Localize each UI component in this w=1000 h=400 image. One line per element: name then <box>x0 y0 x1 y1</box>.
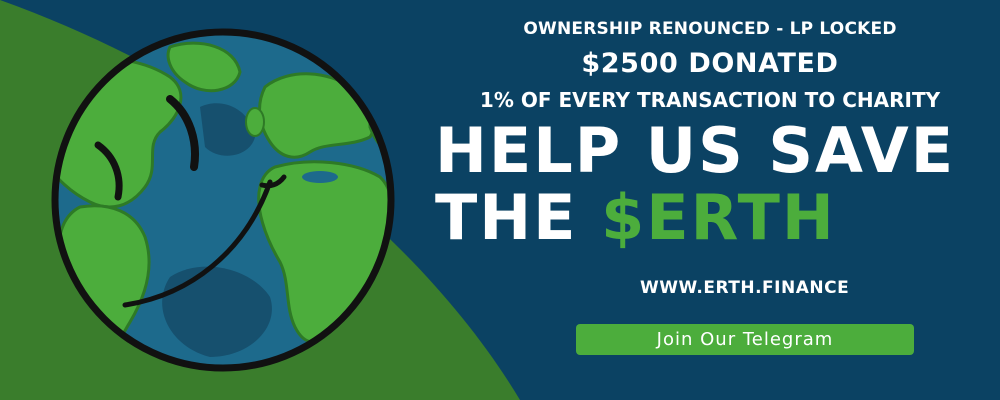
donated-text: $2500 DONATED <box>581 48 839 79</box>
website-link[interactable]: WWW.ERTH.FINANCE <box>640 278 849 298</box>
headline-line-2: THE $ERTH <box>435 187 995 249</box>
headline-prefix: THE <box>435 181 602 254</box>
charity-text: 1% OF EVERY TRANSACTION TO CHARITY <box>479 88 941 112</box>
text-column: OWNERSHIP RENOUNCED - LP LOCKED $2500 DO… <box>420 0 1000 400</box>
headline-line-1: HELP US SAVE <box>435 114 956 187</box>
earth-globe-icon <box>51 28 395 372</box>
join-telegram-button[interactable]: Join Our Telegram <box>576 324 914 355</box>
banner: OWNERSHIP RENOUNCED - LP LOCKED $2500 DO… <box>0 0 1000 400</box>
ownership-text: OWNERSHIP RENOUNCED - LP LOCKED <box>523 19 897 39</box>
token-name: $ERTH <box>601 181 836 254</box>
